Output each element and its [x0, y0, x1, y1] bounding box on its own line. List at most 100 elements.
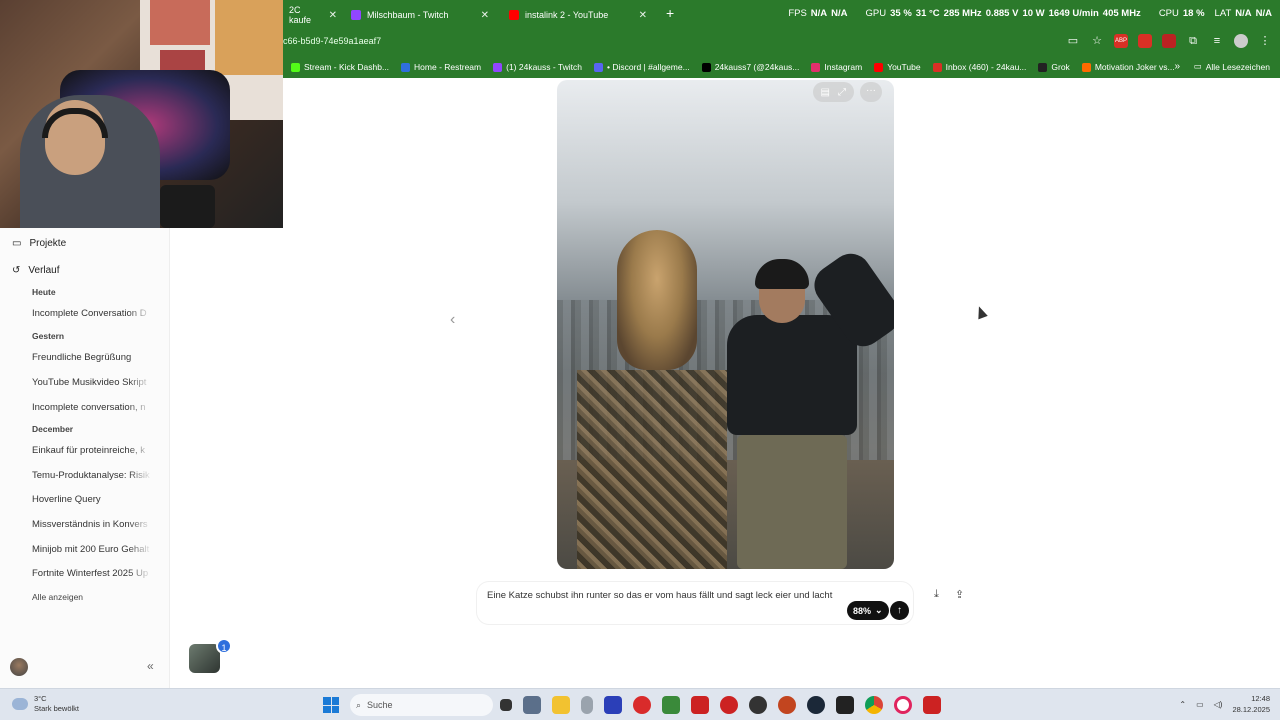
tiktok-icon — [701, 62, 711, 72]
epic-icon[interactable] — [836, 696, 854, 714]
extension-icon[interactable] — [1162, 34, 1176, 48]
chrome-icon[interactable] — [865, 696, 883, 714]
send-button[interactable]: ↑ — [890, 601, 909, 620]
taskbar: 3°C Stark bewölkt ⌕ Suche ⌃ ▭ ◁) 12:48 2… — [0, 688, 1280, 720]
steam-icon[interactable] — [807, 696, 825, 714]
previous-image-icon[interactable]: ‹ — [450, 311, 455, 329]
bookmark-item[interactable]: Instagram — [811, 62, 862, 72]
chevron-up-icon[interactable]: ⌃ — [1179, 700, 1186, 709]
share-icon[interactable]: ⇪ — [955, 588, 969, 602]
bookmark-item[interactable]: Grok — [1038, 62, 1070, 72]
media-icon[interactable]: ≡ — [1210, 34, 1224, 48]
conversation-item[interactable]: Einkauf für proteinreiche, k — [32, 445, 152, 456]
bookmark-item[interactable]: Home - Restream — [401, 62, 481, 72]
save-icon[interactable]: ▤ — [821, 87, 830, 98]
star-icon[interactable]: ☆ — [1090, 34, 1104, 48]
folder-icon: ▭ — [1193, 61, 1202, 71]
app-icon[interactable] — [720, 696, 738, 714]
tab-0[interactable]: 2C kaufe ✕ — [283, 4, 343, 26]
avatar[interactable] — [10, 658, 28, 676]
sidebar-item-projects[interactable]: ▭ Projekte — [12, 238, 66, 249]
cast-icon[interactable]: ▭ — [1066, 34, 1080, 48]
clock[interactable]: 12:48 28.12.2025 — [1232, 693, 1270, 715]
bookmark-item[interactable]: Motivation Joker vs... — [1081, 62, 1175, 72]
close-icon[interactable]: ✕ — [639, 10, 647, 21]
collapse-sidebar-icon[interactable]: « — [147, 659, 154, 673]
browser-tab-bar: 2C kaufe ✕ Milschbaum - Twitch ✕ instali… — [283, 0, 1280, 28]
conversation-item[interactable]: YouTube Musikvideo Skript — [32, 377, 152, 388]
bookmark-item[interactable]: (1) 24kauss - Twitch — [493, 62, 582, 72]
taskbar-search[interactable]: ⌕ Suche — [350, 694, 493, 716]
conversation-item[interactable]: Incomplete conversation, n — [32, 402, 152, 413]
folder-icon: ▭ — [12, 238, 22, 249]
bookmark-item[interactable]: 24kauss7 (@24kaus... — [701, 62, 799, 72]
calculator-icon[interactable] — [523, 696, 541, 714]
section-heading: Heute — [32, 287, 56, 297]
show-all-link[interactable]: Alle anzeigen — [32, 592, 83, 602]
more-bookmarks-icon[interactable]: » — [1174, 61, 1180, 72]
app-red-icon[interactable] — [633, 696, 651, 714]
app-green-icon[interactable] — [662, 696, 680, 714]
bookmarks-bar: Stream - Kick Dashb... Home - Restream (… — [283, 56, 1280, 78]
bookmark-item[interactable]: • Discord | #allgeme... — [594, 62, 690, 72]
tab-2[interactable]: instalink 2 - YouTube ✕ — [503, 4, 653, 26]
kick-icon — [291, 62, 300, 72]
tab-label: instalink 2 - YouTube — [525, 10, 609, 20]
youtube-icon — [509, 10, 519, 20]
windows-start-icon[interactable] — [323, 697, 339, 713]
all-bookmarks[interactable]: ▭ Alle Lesezeichen — [1194, 61, 1270, 72]
tab-1[interactable]: Milschbaum - Twitch ✕ — [345, 4, 495, 26]
webcam-overlay — [0, 0, 283, 228]
extension-icon[interactable] — [1138, 34, 1152, 48]
tab-label: Milschbaum - Twitch — [367, 10, 449, 20]
app-v-icon[interactable] — [604, 696, 622, 714]
sidebar: ▭ Projekte ↺ Verlauf Heute Incomplete Co… — [0, 228, 170, 688]
bookmark-item[interactable]: Stream - Kick Dashb... — [291, 62, 389, 72]
streamer-icon[interactable] — [923, 696, 941, 714]
sidebar-item-history[interactable]: ↺ Verlauf — [12, 265, 60, 276]
prompt-box[interactable]: Eine Katze schubst ihn runter so das er … — [477, 582, 913, 624]
youtube-icon — [874, 62, 884, 72]
taskview-icon[interactable] — [500, 699, 512, 711]
chevron-down-icon: ⌄ — [875, 605, 883, 615]
more-options-icon[interactable]: ··· — [860, 82, 882, 102]
conversation-item[interactable]: Fortnite Winterfest 2025 Up — [32, 568, 152, 579]
close-icon[interactable]: ✕ — [329, 10, 337, 21]
expand-icon[interactable]: ⤢ — [838, 87, 846, 98]
cloud-icon — [12, 698, 28, 710]
generated-image[interactable]: ▤ ⤢ ··· — [557, 80, 894, 569]
conversation-item[interactable]: Freundliche Begrüßung — [32, 352, 152, 363]
conversation-item[interactable]: Incomplete Conversation D — [32, 308, 152, 319]
mouse-icon[interactable] — [581, 696, 593, 714]
new-tab-icon[interactable]: + — [666, 5, 674, 21]
volume-icon[interactable]: ◁) — [1214, 700, 1223, 709]
prompt-text[interactable]: Eine Katze schubst ihn runter so das er … — [487, 588, 857, 603]
close-icon[interactable]: ✕ — [481, 10, 489, 21]
download-icon[interactable]: ⤓ — [934, 588, 948, 602]
image-thumbnail[interactable] — [189, 644, 220, 673]
conversation-item[interactable]: Minijob mit 200 Euro Gehalt — [32, 544, 152, 555]
weather-widget[interactable]: 3°C Stark bewölkt — [12, 694, 79, 714]
restream-icon — [401, 62, 411, 72]
address-bar: c66-b5d9-74e59a1aeaf7 ▭ ☆ ABP ⧉ ≡ ⋮ — [283, 28, 1280, 56]
network-icon[interactable]: ▭ — [1196, 700, 1204, 709]
search-icon: ⌕ — [356, 699, 362, 710]
url-field[interactable]: c66-b5d9-74e59a1aeaf7 — [283, 36, 381, 46]
conversation-item[interactable]: Temu-Produktanalyse: Risik — [32, 470, 152, 481]
profile-avatar[interactable] — [1234, 34, 1248, 48]
file-explorer-icon[interactable] — [552, 696, 570, 714]
app-icon[interactable] — [778, 696, 796, 714]
conversation-item[interactable]: Hoverline Query — [32, 494, 152, 505]
menu-icon[interactable]: ⋮ — [1258, 34, 1272, 48]
obs-icon[interactable] — [749, 696, 767, 714]
grok-icon — [1038, 62, 1048, 72]
opera-icon[interactable] — [894, 696, 912, 714]
streamer-icon[interactable] — [691, 696, 709, 714]
extension-icon[interactable]: ABP — [1114, 34, 1128, 48]
bookmark-item[interactable]: YouTube — [874, 62, 921, 72]
progress-percent-button[interactable]: 88% ⌄ — [847, 601, 889, 620]
history-icon: ↺ — [12, 265, 21, 276]
puzzle-icon[interactable]: ⧉ — [1186, 34, 1200, 48]
bookmark-item[interactable]: Inbox (460) - 24kau... — [932, 62, 1026, 72]
conversation-item[interactable]: Missverständnis in Konvers — [32, 519, 152, 530]
